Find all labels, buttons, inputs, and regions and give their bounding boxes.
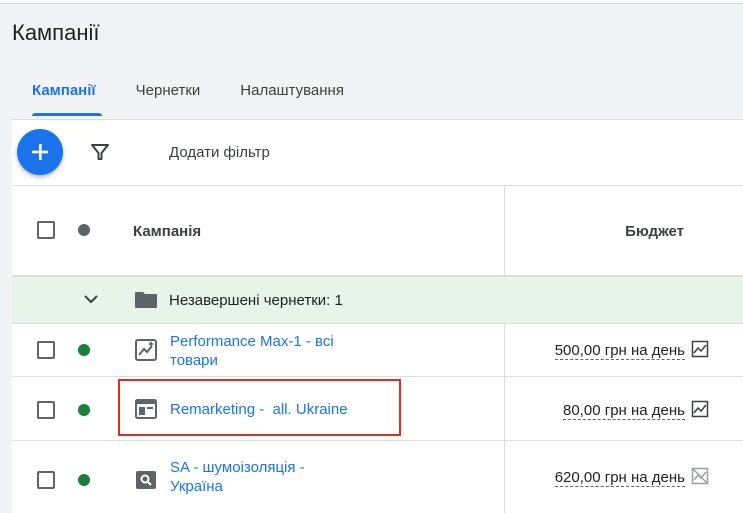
plus-icon — [32, 144, 48, 160]
toolbar: Додати фільтр — [12, 120, 743, 186]
add-campaign-button[interactable] — [17, 129, 63, 175]
status-enabled-dot — [78, 404, 90, 416]
campaign-name-line1: Performance Max-1 - всі — [170, 333, 334, 350]
campaign-name-link[interactable]: Performance Max-1 - всі товари — [170, 332, 370, 370]
status-header-dot — [78, 224, 90, 236]
campaign-name-line2: Україна — [170, 478, 223, 495]
tab-campaigns[interactable]: Кампанії — [12, 70, 116, 116]
tab-settings[interactable]: Налаштування — [220, 70, 364, 116]
campaign-name-link[interactable]: SA - шумоізоляція - Україна — [170, 458, 370, 496]
table-row: Performance Max-1 - всі товари 500,00 гр… — [12, 324, 743, 377]
campaign-name-line1: SA - шумоізоляція - — [170, 459, 305, 476]
add-filter-button[interactable]: Додати фільтр — [169, 144, 270, 161]
draft-group-label: Незавершені чернетки: 1 — [169, 292, 343, 309]
row-checkbox[interactable] — [37, 401, 55, 419]
select-all-checkbox[interactable] — [37, 221, 55, 239]
campaigns-panel: Додати фільтр Кампанія Бюджет Незавершен… — [12, 119, 743, 513]
row-checkbox[interactable] — [37, 341, 55, 359]
budget-chart-icon[interactable] — [691, 400, 709, 418]
budget-value[interactable]: 80,00 грн на день — [563, 402, 685, 420]
budget-value[interactable]: 620,00 грн на день — [554, 469, 685, 487]
page-title: Кампанії — [12, 20, 100, 45]
filter-icon[interactable] — [89, 141, 111, 163]
budget-chart-icon[interactable] — [691, 340, 709, 358]
tab-bar: Кампанії Чернетки Налаштування — [12, 70, 364, 116]
budget-column-header[interactable]: Бюджет — [625, 223, 684, 240]
budget-chart-disabled-icon[interactable] — [691, 467, 709, 485]
table-row: SA - шумоізоляція - Україна 620,00 грн н… — [12, 441, 743, 513]
top-border — [0, 0, 743, 4]
folder-icon — [135, 292, 157, 308]
chevron-down-icon[interactable] — [82, 290, 100, 308]
search-campaign-icon — [136, 471, 156, 489]
performance-max-icon — [135, 339, 157, 361]
budget-value[interactable]: 500,00 грн на день — [554, 342, 685, 360]
row-checkbox[interactable] — [37, 471, 55, 489]
highlight-box — [118, 379, 401, 436]
campaign-column-header[interactable]: Кампанія — [133, 223, 201, 240]
draft-group-row: Незавершені чернетки: 1 — [12, 277, 743, 324]
status-enabled-dot — [78, 474, 90, 486]
status-enabled-dot — [78, 344, 90, 356]
tab-drafts[interactable]: Чернетки — [116, 70, 221, 116]
table-header-row: Кампанія Бюджет — [12, 185, 743, 277]
campaign-name-line2: товари — [170, 352, 218, 369]
